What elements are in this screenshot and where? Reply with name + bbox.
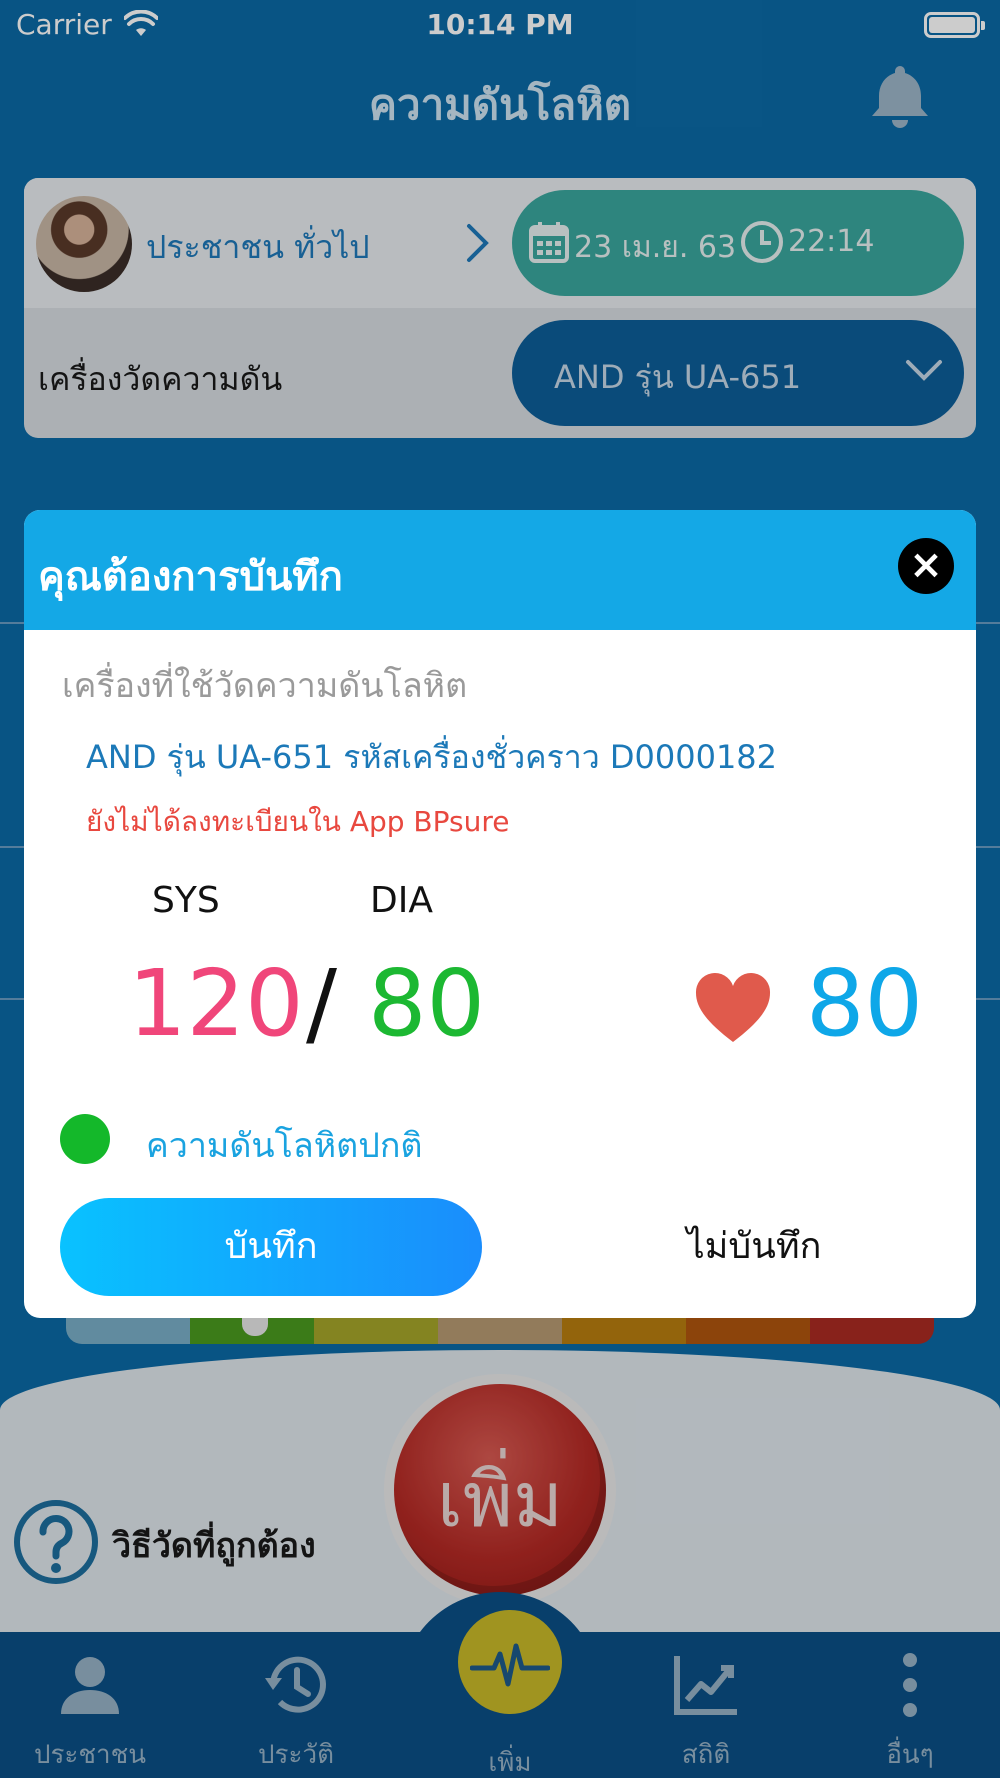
dont-save-button[interactable]: ไม่บันทึก: [554, 1198, 954, 1296]
dialog-header: คุณต้องการบันทึก ×: [24, 510, 976, 630]
sys-value: 120: [128, 950, 304, 1057]
registration-warning: ยังไม่ได้ลงทะเบียนใน App BPsure: [86, 805, 510, 838]
bp-status-text: ความดันโลหิตปกติ: [146, 1126, 423, 1166]
sys-label: SYS: [152, 880, 220, 921]
dia-label: DIA: [370, 880, 433, 921]
status-indicator-dot: [60, 1114, 110, 1164]
bp-separator: /: [306, 950, 337, 1057]
device-section-label: เครื่องที่ใช้วัดความดันโลหิต: [62, 666, 468, 706]
save-confirm-dialog: คุณต้องการบันทึก × เครื่องที่ใช้วัดความด…: [24, 510, 976, 1318]
device-info: AND รุ่น UA-651 รหัสเครื่องชั่วคราว D000…: [86, 738, 778, 776]
close-button[interactable]: ×: [898, 538, 954, 594]
heart-icon: [695, 973, 771, 1042]
dialog-title: คุณต้องการบันทึก: [38, 554, 343, 600]
dia-value: 80: [368, 950, 486, 1057]
pulse-value: 80: [806, 950, 924, 1057]
save-button[interactable]: บันทึก: [60, 1198, 482, 1296]
